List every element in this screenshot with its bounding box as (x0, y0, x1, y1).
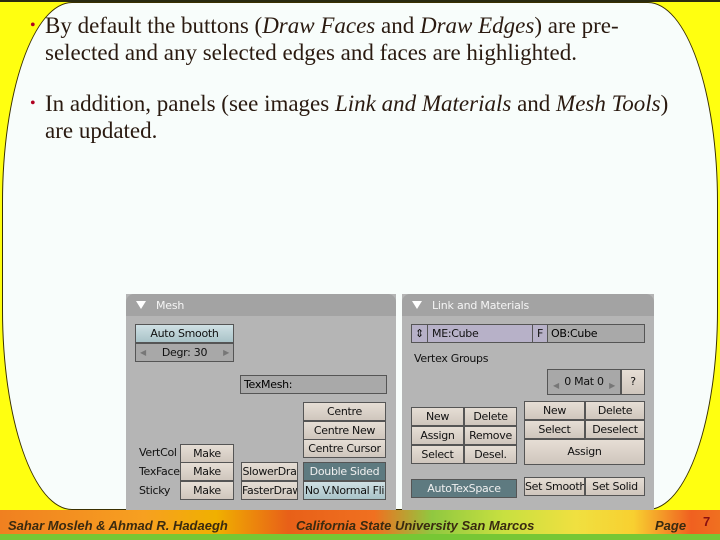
vgroup-deselect-button[interactable]: Desel. (464, 445, 517, 464)
increment-arrow-icon[interactable]: ▶ (609, 374, 615, 394)
slower-draw-button[interactable]: SlowerDra (241, 462, 298, 481)
texmesh-field[interactable]: TexMesh: (240, 375, 387, 394)
sticky-label: Sticky (139, 484, 171, 497)
link-materials-panel: Link and Materials ⇕ ME:Cube F OB:Cube V… (402, 294, 654, 510)
material-delete-button[interactable]: Delete (585, 401, 645, 420)
bullet-emphasis: Draw Edges (419, 13, 535, 38)
object-name-field[interactable]: OB:Cube (547, 324, 645, 343)
sticky-make-button[interactable]: Make (180, 481, 234, 500)
panel-title: Link and Materials (432, 299, 530, 312)
bullet-item: • By default the buttons (Draw Faces and… (30, 12, 670, 66)
vgroup-new-button[interactable]: New (411, 407, 464, 426)
bullet-text: In addition, panels (see images (45, 91, 335, 116)
collapse-triangle-icon[interactable] (412, 301, 422, 309)
browse-updown-icon: ⇕ (415, 327, 424, 340)
footer-green-strip (0, 534, 720, 540)
decrement-arrow-icon[interactable]: ◀ (553, 374, 559, 394)
collapse-triangle-icon[interactable] (136, 301, 146, 309)
set-smooth-button[interactable]: Set Smooth (524, 477, 585, 496)
auto-smooth-button[interactable]: Auto Smooth (135, 324, 234, 343)
vertcol-make-button[interactable]: Make (180, 444, 234, 463)
material-counter: 0 Mat 0 (564, 375, 604, 388)
faster-draw-button[interactable]: FasterDraw (241, 481, 298, 500)
material-index-field[interactable]: ◀ 0 Mat 0 ▶ (547, 369, 621, 395)
bullet-item: • In addition, panels (see images Link a… (30, 90, 670, 144)
bullet-emphasis: Mesh Tools (556, 91, 661, 116)
material-select-button[interactable]: Select (524, 420, 585, 439)
footer-authors: Sahar Mosleh & Ahmad R. Hadaegh (8, 518, 228, 533)
bullet-emphasis: Link and Materials (334, 91, 512, 116)
footer-page-label: Page (655, 518, 687, 533)
page-number: 7 (703, 514, 711, 529)
fake-user-button[interactable]: F (532, 324, 548, 343)
texface-label: TexFace (139, 465, 180, 478)
bullet-dot-icon: • (30, 95, 36, 112)
mesh-panel: Mesh Auto Smooth ◀ Degr: 30 ▶ TexMesh: C… (126, 294, 396, 510)
footer-university: California State University San Marcos (296, 518, 535, 533)
vgroup-assign-button[interactable]: Assign (411, 426, 464, 445)
material-new-button[interactable]: New (524, 401, 585, 420)
centre-cursor-button[interactable]: Centre Cursor (303, 439, 386, 458)
bullet-list: • By default the buttons (Draw Faces and… (30, 12, 670, 168)
increment-arrow-icon[interactable]: ▶ (223, 344, 229, 361)
material-assign-button[interactable]: Assign (524, 439, 645, 465)
decrement-arrow-icon[interactable]: ◀ (140, 344, 146, 361)
bullet-text: and (511, 91, 557, 116)
vgroup-delete-button[interactable]: Delete (464, 407, 517, 426)
set-solid-button[interactable]: Set Solid (585, 477, 645, 496)
bullet-text: and (375, 13, 420, 38)
bullet-emphasis: Draw Faces (262, 13, 376, 38)
panel-title: Mesh (156, 299, 185, 312)
material-deselect-button[interactable]: Deselect (585, 420, 645, 439)
link-materials-panel-header[interactable]: Link and Materials (402, 294, 654, 316)
autotexspace-toggle[interactable]: AutoTexSpace (411, 479, 517, 498)
centre-new-button[interactable]: Centre New (303, 421, 386, 440)
texface-make-button[interactable]: Make (180, 462, 234, 481)
degree-value: Degr: 30 (161, 346, 208, 359)
degree-number-field[interactable]: ◀ Degr: 30 ▶ (135, 343, 234, 362)
help-button[interactable]: ? (621, 369, 645, 395)
vgroup-remove-button[interactable]: Remove (464, 426, 517, 445)
vgroup-select-button[interactable]: Select (411, 445, 464, 464)
centre-button[interactable]: Centre (303, 402, 386, 421)
bullet-dot-icon: • (30, 17, 36, 34)
bullet-text: By default the buttons ( (45, 13, 263, 38)
no-vnormal-flip-toggle[interactable]: No V.Normal Fli (303, 481, 386, 500)
double-sided-toggle[interactable]: Double Sided (303, 462, 386, 481)
vertcol-label: VertCol (139, 446, 177, 459)
texmesh-label: TexMesh: (244, 378, 293, 391)
mesh-panel-header[interactable]: Mesh (126, 294, 396, 316)
vertex-groups-label: Vertex Groups (414, 352, 489, 365)
mesh-browse-button[interactable]: ⇕ (411, 324, 428, 343)
mesh-name-field[interactable]: ME:Cube (427, 324, 533, 343)
